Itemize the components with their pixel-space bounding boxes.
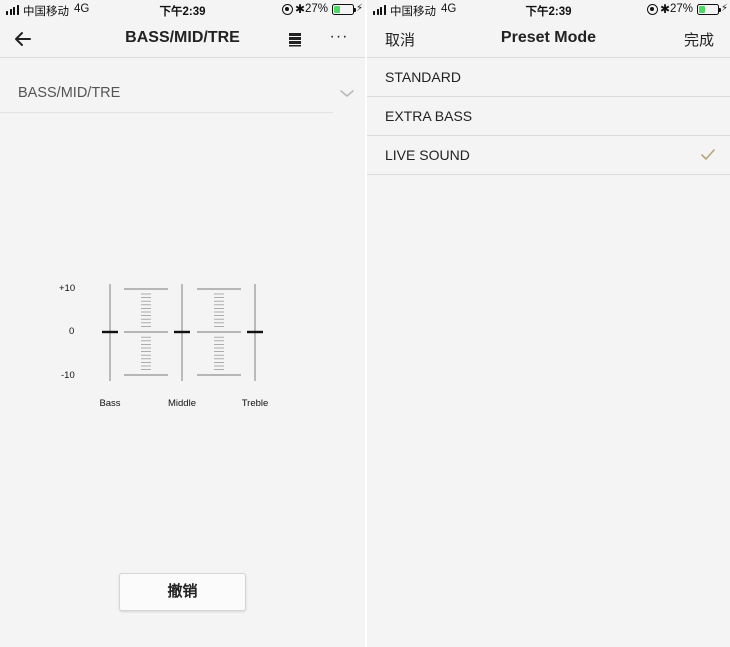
preset-item-extra-bass[interactable]: EXTRA BASS bbox=[367, 97, 730, 136]
page-title: BASS/MID/TRE bbox=[125, 29, 240, 46]
orientation-lock-icon bbox=[647, 4, 658, 15]
done-button[interactable]: 完成 bbox=[684, 29, 714, 50]
preset-label: LIVE SOUND bbox=[385, 147, 470, 163]
battery-percent: 27% bbox=[669, 3, 693, 15]
preset-label: STANDARD bbox=[385, 69, 461, 85]
battery-percent: 27% bbox=[304, 3, 328, 15]
battery-icon bbox=[697, 4, 721, 15]
status-bar: 中国移动 4G 下午2:39 ✱ 27% ⚡ bbox=[0, 0, 365, 20]
nav-bar: BASS/MID/TRE ··· bbox=[0, 20, 365, 58]
bluetooth-icon: ✱ bbox=[659, 2, 670, 16]
undo-button[interactable]: 撤销 bbox=[119, 573, 246, 611]
preset-list: STANDARD EXTRA BASS LIVE SOUND bbox=[367, 58, 730, 175]
bluetooth-icon: ✱ bbox=[294, 2, 305, 16]
band-label-bass: Bass bbox=[99, 398, 121, 409]
battery-icon bbox=[332, 4, 356, 15]
eq-type-dropdown[interactable]: BASS/MID/TRE bbox=[0, 76, 365, 114]
preset-label: EXTRA BASS bbox=[385, 108, 473, 124]
charging-icon: ⚡ bbox=[355, 3, 363, 14]
dropdown-value: BASS/MID/TRE bbox=[18, 85, 121, 101]
charging-icon: ⚡ bbox=[720, 3, 728, 14]
preset-screen: 中国移动 4G 下午2:39 ✱ 27% ⚡ 取消 Preset Mode 完成… bbox=[367, 0, 730, 647]
equalizer: +10 0 -10 Bass Middle Treble bbox=[50, 280, 290, 420]
checkmark-icon bbox=[700, 148, 716, 162]
more-icon[interactable]: ··· bbox=[326, 29, 352, 48]
orientation-lock-icon bbox=[282, 4, 293, 15]
band-label-treble: Treble bbox=[241, 398, 269, 409]
page-title: Preset Mode bbox=[500, 29, 597, 46]
status-bar: 中国移动 4G 下午2:39 ✱ 27% ⚡ bbox=[367, 0, 730, 20]
chevron-down-icon bbox=[338, 84, 356, 102]
band-label-middle: Middle bbox=[168, 398, 196, 409]
nav-bar: 取消 Preset Mode 完成 bbox=[367, 20, 730, 58]
preset-item-live-sound[interactable]: LIVE SOUND bbox=[367, 136, 730, 175]
preset-item-standard[interactable]: STANDARD bbox=[367, 58, 730, 97]
list-icon[interactable] bbox=[283, 30, 307, 50]
cancel-button[interactable]: 取消 bbox=[385, 29, 415, 50]
back-arrow-icon[interactable] bbox=[10, 26, 36, 52]
eq-screen: 中国移动 4G 下午2:39 ✱ 27% ⚡ BASS/MID/TRE ··· … bbox=[0, 0, 365, 647]
divider bbox=[0, 112, 333, 113]
